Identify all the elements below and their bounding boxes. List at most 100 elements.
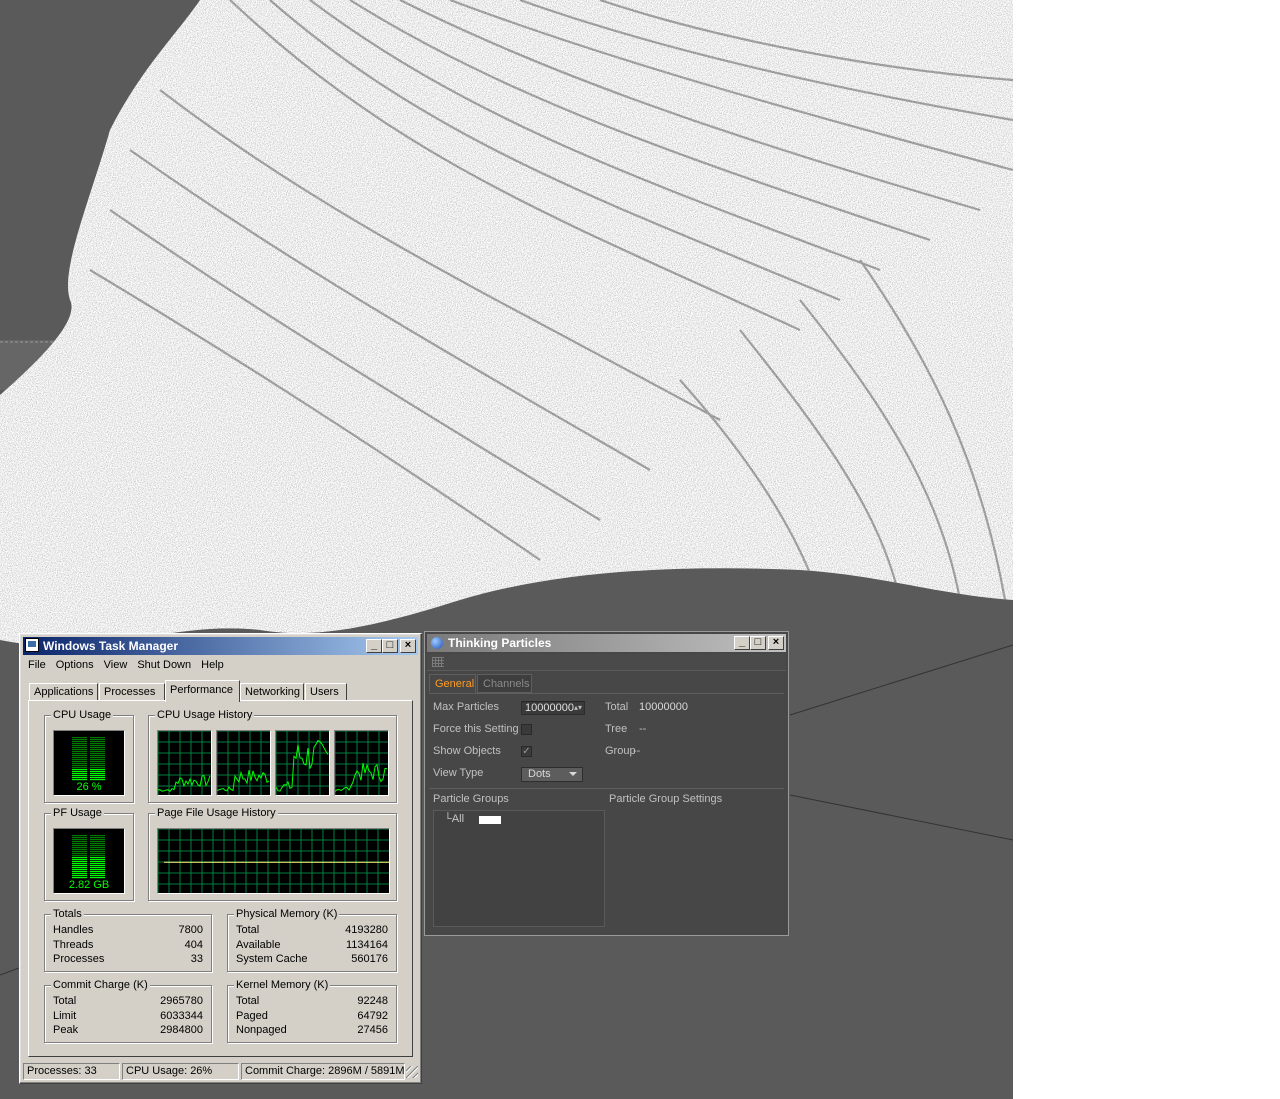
commit-charge-label: Commit Charge (K)	[51, 978, 150, 992]
meter-segment	[90, 863, 105, 865]
tab-performance[interactable]: Performance	[165, 680, 240, 702]
meter-segment	[90, 749, 105, 751]
task-manager-app-icon	[25, 638, 39, 652]
kernel-memory-group: Kernel Memory (K) Total 92248 Paged 64792 …	[227, 978, 397, 1043]
window-title: Thinking Particles	[448, 636, 552, 650]
divider	[429, 693, 784, 694]
meter-segment	[90, 869, 105, 871]
meter-segment	[72, 755, 87, 757]
meter-segment	[72, 857, 87, 859]
max-particles-input[interactable]: 10000000 ▴▾	[521, 701, 585, 715]
close-button[interactable]: ×	[400, 639, 416, 653]
pf-history-group: Page File Usage History	[148, 806, 397, 901]
minimize-button[interactable]: _	[366, 639, 382, 653]
meter-segment	[90, 739, 105, 741]
view-type-dropdown[interactable]: Dots	[521, 767, 583, 782]
tab-applications[interactable]: Applications	[29, 683, 98, 701]
pf-usage-meter: 2.82 GB	[53, 828, 125, 894]
resize-grip[interactable]	[406, 1066, 418, 1078]
menu-file[interactable]: File	[23, 657, 51, 674]
task-manager-titlebar[interactable]: Windows Task Manager _ □ ×	[23, 637, 418, 655]
meter-segment	[90, 765, 105, 767]
meter-segment	[90, 757, 105, 759]
show-objects-checkbox[interactable]: ✓	[521, 746, 532, 757]
row-key: Total	[236, 995, 260, 1007]
thinking-particles-titlebar[interactable]: Thinking Particles _ □ ×	[427, 634, 786, 652]
status-cpu-usage: CPU Usage: 26%	[122, 1063, 239, 1080]
meter-segment	[72, 765, 87, 767]
menu-options[interactable]: Options	[51, 657, 99, 674]
meter-segment	[90, 867, 105, 869]
meter-segment	[90, 873, 105, 875]
meter-segment	[72, 743, 87, 745]
meter-segment	[90, 741, 105, 743]
close-button[interactable]: ×	[768, 636, 784, 650]
totals-group: Totals Handles 7800 Threads 404 Processes 3…	[44, 907, 212, 972]
meter-segment	[72, 753, 87, 755]
menu-shut-down[interactable]: Shut Down	[132, 657, 196, 674]
toolbar-strip	[427, 654, 786, 671]
meter-segment	[90, 851, 105, 853]
task-manager-window[interactable]: Windows Task Manager _ □ × File Options View…	[19, 633, 422, 1084]
row-key: Limit	[53, 1010, 77, 1022]
row-key: Paged	[236, 1010, 268, 1022]
meter-segment	[90, 771, 105, 773]
group-label: Group	[605, 745, 636, 757]
pf-history-label: Page File Usage History	[155, 806, 278, 820]
cpu-history-graph-core-4	[334, 730, 389, 796]
meter-segment	[90, 855, 105, 857]
maximize-button[interactable]: □	[750, 636, 766, 650]
view-type-label: View Type	[433, 767, 484, 779]
tab-networking[interactable]: Networking	[240, 683, 304, 701]
group-settings-label: Particle Group Settings	[609, 793, 723, 805]
tree-item-all[interactable]: └All	[444, 813, 501, 827]
chevron-down-icon	[569, 772, 577, 776]
tab-users[interactable]: Users	[305, 683, 347, 701]
meter-segment	[90, 857, 105, 859]
tab-channels[interactable]: Channels	[477, 674, 532, 693]
meter-segment	[90, 845, 105, 847]
thinking-particles-window[interactable]: Thinking Particles _ □ × General Channels …	[424, 631, 789, 936]
meter-segment	[90, 737, 105, 739]
particle-groups-tree[interactable]: └All	[433, 810, 605, 927]
tab-processes[interactable]: Processes	[99, 683, 165, 701]
meter-segment	[90, 861, 105, 863]
menu-help[interactable]: Help	[196, 657, 229, 674]
tree-value: --	[639, 723, 647, 735]
cpu-history-graph-core-3	[275, 730, 330, 796]
force-setting-checkbox[interactable]	[521, 724, 532, 735]
meter-segment	[72, 769, 87, 771]
group-color-swatch[interactable]	[479, 816, 501, 824]
tab-general[interactable]: General	[429, 674, 476, 693]
row-value: 27456	[357, 1024, 388, 1036]
force-setting-label: Force this Setting	[433, 723, 519, 735]
meter-segment	[72, 839, 87, 841]
menu-view[interactable]: View	[99, 657, 133, 674]
spinner-arrows-icon[interactable]: ▴▾	[574, 702, 582, 714]
row-key: System Cache	[236, 953, 308, 965]
max-particles-value: 10000000	[525, 702, 574, 714]
graph-grid	[217, 731, 270, 795]
meter-segment	[90, 745, 105, 747]
minimize-button[interactable]: _	[734, 636, 750, 650]
pf-usage-value: 2.82 GB	[68, 879, 110, 891]
row-key: Nonpaged	[236, 1024, 287, 1036]
meter-segment	[72, 841, 87, 843]
meter-segment	[90, 871, 105, 873]
maximize-button[interactable]: □	[382, 639, 398, 653]
drag-grip-icon[interactable]	[432, 657, 444, 667]
meter-segment	[72, 847, 87, 849]
graph-grid	[276, 731, 329, 795]
meter-segment	[72, 759, 87, 761]
row-key: Available	[236, 939, 281, 951]
meter-segment	[72, 851, 87, 853]
row-key: Threads	[53, 939, 94, 951]
meter-segment	[90, 747, 105, 749]
cpu-usage-label: CPU Usage	[51, 708, 114, 722]
meter-segment	[90, 751, 105, 753]
meter-segment	[90, 763, 105, 765]
row-key: Total	[236, 924, 260, 936]
meter-segment	[72, 837, 87, 839]
physical-memory-group: Physical Memory (K) Total 4193280 Availab…	[227, 907, 397, 972]
meter-segment	[72, 843, 87, 845]
